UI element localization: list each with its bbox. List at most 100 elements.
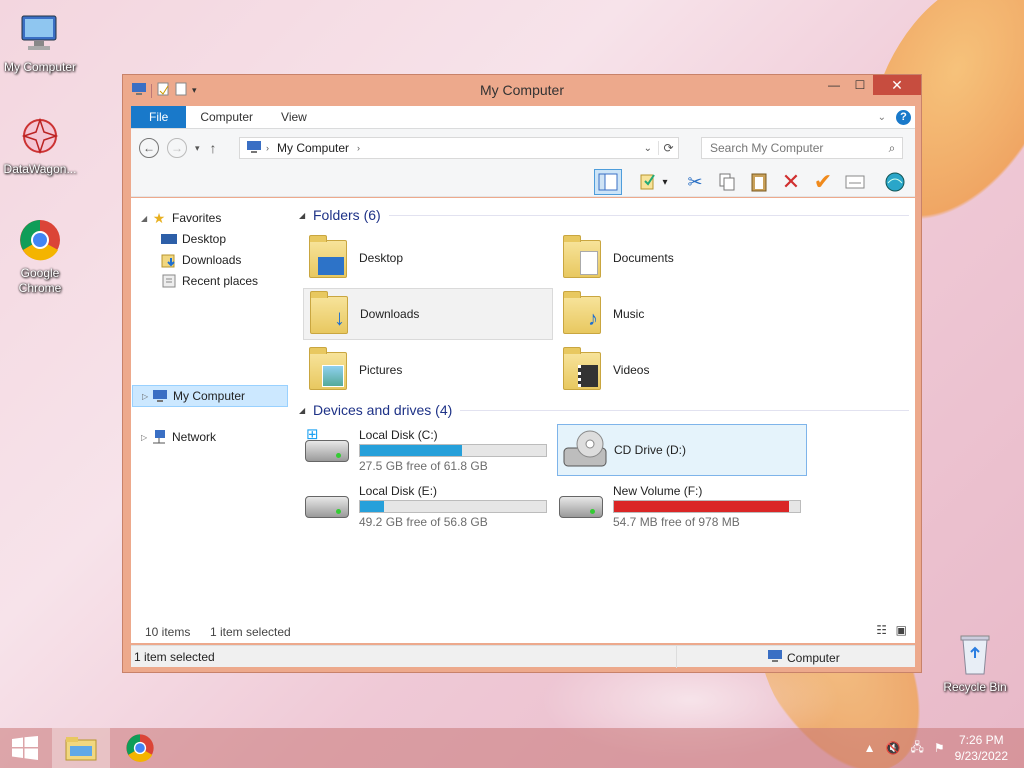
drives-group-header[interactable]: ◢ Devices and drives (4): [299, 402, 909, 418]
drive-name: New Volume (F:): [613, 484, 703, 498]
chevron-right-icon[interactable]: ›: [357, 143, 360, 153]
drive-usage-fill: [360, 501, 385, 512]
documents-folder-icon: [561, 235, 605, 280]
minimize-button[interactable]: —: [821, 75, 847, 95]
clock-time: 7:26 PM: [958, 733, 1004, 747]
nav-label: Network: [172, 430, 217, 444]
clock-date: 9/23/2022: [954, 749, 1008, 763]
drive-tile-e[interactable]: Local Disk (E:) 49.2 GB free of 56.8 GB: [303, 482, 553, 534]
folder-label: Downloads: [360, 307, 420, 321]
desktop-icon-datawagon[interactable]: DataWagon...: [0, 112, 80, 177]
folders-group-header[interactable]: ◢ Folders (6): [299, 207, 909, 223]
nav-item-downloads[interactable]: Downloads: [161, 250, 241, 270]
collapse-triangle-icon[interactable]: ◢: [141, 214, 151, 223]
nav-label: Downloads: [182, 253, 242, 267]
expand-triangle-icon[interactable]: ▷: [141, 433, 151, 442]
address-dropdown-icon[interactable]: ⌄: [644, 143, 658, 154]
collapse-triangle-icon[interactable]: ◢: [299, 406, 309, 415]
copy-icon[interactable]: [713, 169, 741, 195]
title-bar[interactable]: ▾ My Computer — ☐ ✕: [123, 75, 921, 105]
refresh-button[interactable]: ⟳: [658, 141, 678, 155]
folder-tile-desktop[interactable]: Desktop: [303, 232, 553, 284]
chrome-icon: [16, 216, 64, 264]
start-button[interactable]: [0, 728, 50, 768]
tab-file[interactable]: File: [131, 106, 187, 128]
file-explorer-icon: [65, 737, 97, 761]
window-status-bar: 1 item selected Computer: [131, 645, 915, 668]
up-button[interactable]: ↑: [210, 140, 217, 156]
desktop-icon: [161, 231, 177, 247]
folder-label: Documents: [613, 251, 674, 265]
clock[interactable]: 7:26 PM 9/23/2022: [955, 732, 1008, 764]
star-icon: ★: [152, 209, 166, 226]
chrome-icon: [126, 734, 154, 762]
recent-locations-icon[interactable]: ▾: [195, 143, 200, 154]
desktop-icon-label: Recycle Bin: [943, 680, 1007, 694]
tab-view[interactable]: View: [267, 106, 321, 128]
taskbar-file-explorer[interactable]: [52, 728, 110, 768]
drive-tile-f[interactable]: New Volume (F:) 54.7 MB free of 978 MB: [557, 482, 807, 534]
tab-computer[interactable]: Computer: [186, 106, 267, 128]
folder-tile-videos[interactable]: Videos: [557, 344, 807, 396]
preview-pane-button[interactable]: [594, 169, 622, 195]
nav-item-my-computer[interactable]: ▷ My Computer: [132, 385, 288, 407]
action-center-icon[interactable]: ⚑: [934, 741, 945, 755]
drive-tile-d[interactable]: CD Drive (D:): [557, 424, 807, 476]
recent-places-icon: [161, 273, 177, 289]
details-view-icon[interactable]: ☷: [876, 623, 887, 637]
music-folder-icon: ♪: [561, 291, 605, 336]
close-button[interactable]: ✕: [873, 75, 921, 95]
taskbar-google-chrome[interactable]: [110, 728, 170, 768]
address-bar[interactable]: › My Computer › ⌄ ⟳: [239, 137, 679, 159]
expand-ribbon-icon[interactable]: ⌄: [878, 112, 886, 123]
back-button[interactable]: ←: [139, 138, 159, 158]
rename-check-icon[interactable]: ✔: [809, 169, 837, 195]
chevron-down-icon[interactable]: ▾: [658, 169, 672, 195]
desktop-icon-my-computer[interactable]: My Computer: [0, 10, 80, 75]
nav-item-desktop[interactable]: Desktop: [161, 229, 226, 249]
drive-name: Local Disk (C:): [359, 428, 438, 442]
nav-item-recent-places[interactable]: Recent places: [161, 271, 258, 291]
search-input[interactable]: Search My Computer: [710, 141, 823, 155]
taskbar: ▲ 🔇 🖧 ⚑ 7:26 PM 9/23/2022: [0, 728, 1024, 768]
large-icons-view-icon[interactable]: ▣: [896, 623, 907, 637]
desktop-icon-recycle-bin[interactable]: Recycle Bin: [935, 630, 1015, 695]
email-icon[interactable]: [841, 169, 869, 195]
drive-free-space: 54.7 MB free of 978 MB: [613, 515, 740, 529]
nav-item-network[interactable]: ▷ Network: [141, 427, 216, 447]
recycle-bin-icon: [951, 630, 999, 678]
volume-muted-icon[interactable]: 🔇: [886, 741, 901, 755]
globe-icon[interactable]: [881, 169, 909, 195]
delete-icon[interactable]: ✕: [777, 169, 805, 195]
paste-icon[interactable]: [745, 169, 773, 195]
nav-label: Desktop: [182, 232, 227, 246]
network-status-icon[interactable]: 🖧: [910, 738, 923, 759]
ribbon-tabs: File Computer View ⌄ ?: [131, 106, 915, 129]
items-count: 10 items: [145, 625, 191, 639]
folder-tile-music[interactable]: ♪ Music: [557, 288, 807, 340]
nav-label: Recent places: [182, 274, 259, 288]
desktop-icon-google-chrome[interactable]: Google Chrome: [0, 216, 80, 296]
computer-icon: [152, 388, 168, 404]
nav-label: My Computer: [173, 389, 246, 403]
maximize-button[interactable]: ☐: [847, 75, 873, 95]
computer-icon: [767, 649, 783, 666]
nav-favorites[interactable]: ◢ ★ Favorites: [141, 208, 221, 228]
folder-tile-pictures[interactable]: Pictures: [303, 344, 553, 396]
hard-drive-windows-icon: ⊞: [305, 426, 349, 462]
folder-tile-documents[interactable]: Documents: [557, 232, 807, 284]
desktop-icon-label: Google Chrome: [18, 266, 62, 295]
show-hidden-icons-icon[interactable]: ▲: [864, 741, 876, 755]
folder-tile-downloads[interactable]: ↓ Downloads: [303, 288, 553, 340]
folder-label: Videos: [613, 363, 650, 377]
collapse-triangle-icon[interactable]: ◢: [299, 211, 309, 220]
search-box[interactable]: Search My Computer ⌕: [701, 137, 903, 159]
cut-icon[interactable]: ✂: [681, 169, 709, 195]
folder-label: Music: [613, 307, 645, 321]
address-path[interactable]: My Computer: [277, 141, 349, 155]
search-icon[interactable]: ⌕: [882, 141, 902, 156]
drive-tile-c[interactable]: ⊞ Local Disk (C:) 27.5 GB free of 61.8 G…: [303, 426, 553, 478]
help-button[interactable]: ?: [896, 109, 911, 125]
expand-triangle-icon[interactable]: ▷: [142, 392, 152, 401]
forward-button[interactable]: →: [167, 138, 187, 158]
